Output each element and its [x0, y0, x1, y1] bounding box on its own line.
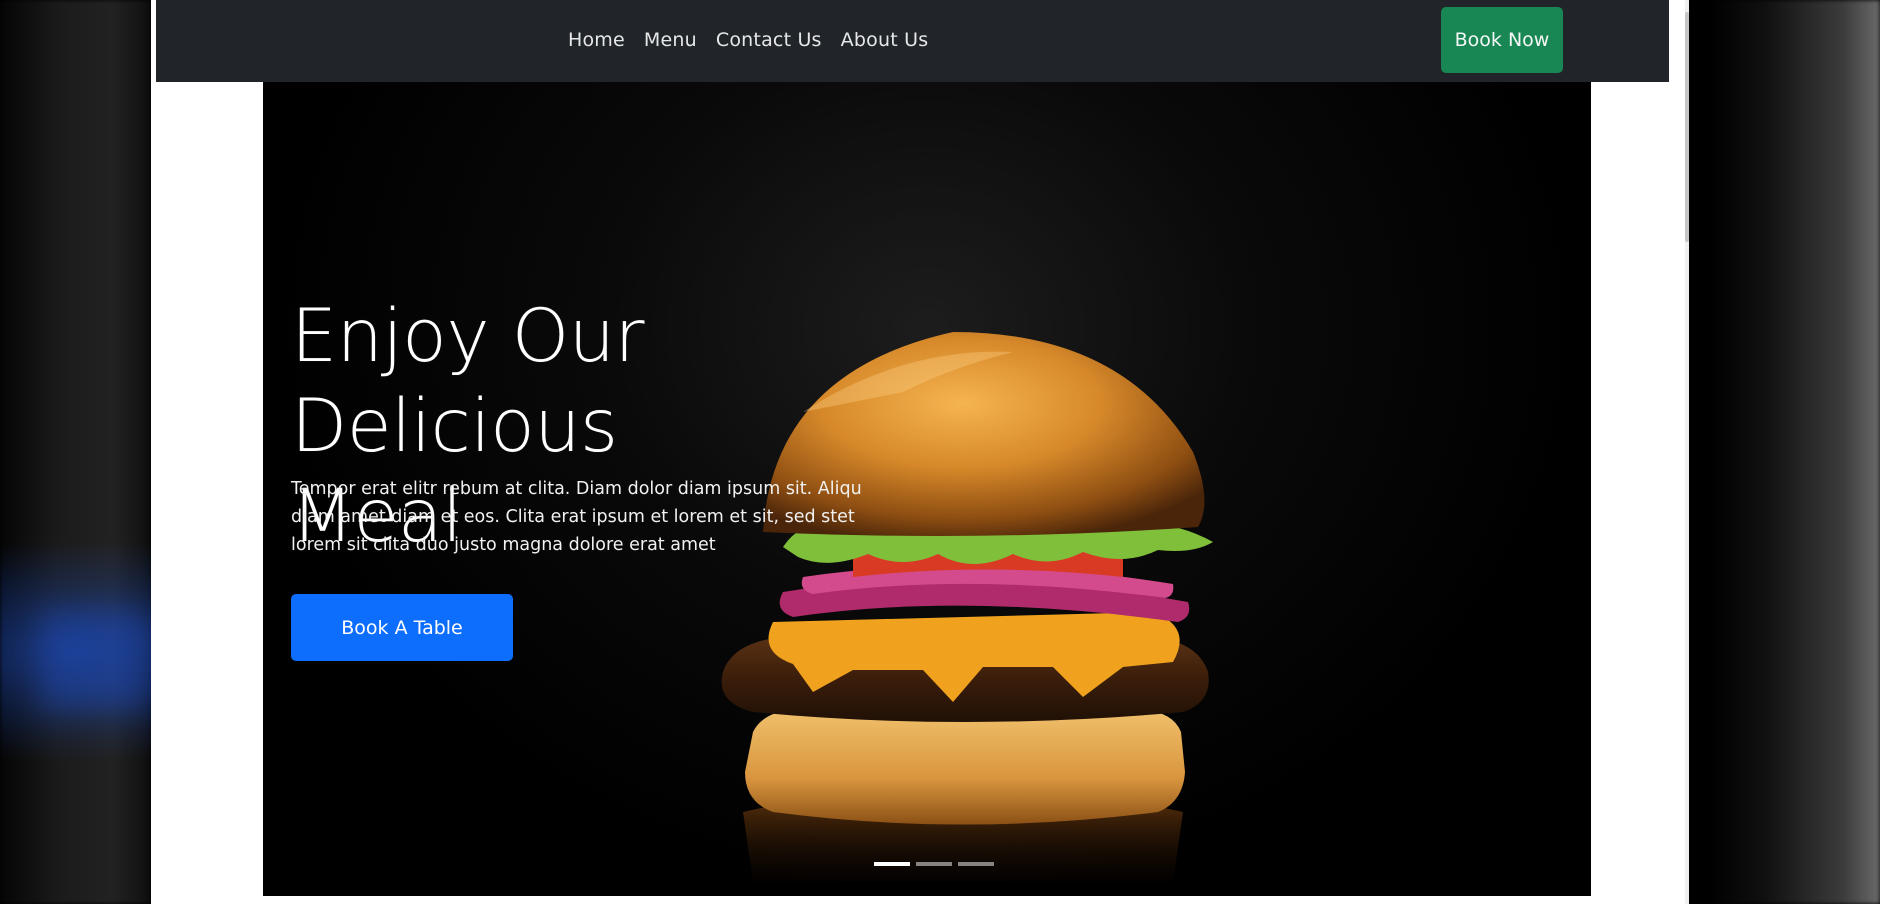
- page-scrollbar[interactable]: [1685, 0, 1689, 904]
- hero-carousel: Enjoy Our Delicious Meal Tempor erat eli…: [263, 82, 1591, 896]
- nav-link-menu[interactable]: Menu: [644, 29, 697, 51]
- nav-link-home[interactable]: Home: [568, 29, 625, 51]
- browser-page: Home Menu Contact Us About Us Book Now E…: [151, 0, 1689, 904]
- nav-link-about-us[interactable]: About Us: [841, 29, 929, 51]
- blurred-background-blue-element: [40, 610, 150, 710]
- hero-description: Tempor erat elitr rebum at clita. Diam d…: [291, 479, 862, 555]
- book-a-table-button[interactable]: Book A Table: [291, 594, 513, 661]
- carousel-indicator-3[interactable]: [958, 862, 994, 866]
- carousel-indicators: [263, 862, 1591, 866]
- carousel-indicator-2[interactable]: [916, 862, 952, 866]
- book-now-button[interactable]: Book Now: [1441, 7, 1563, 73]
- hero-title-line-1: Enjoy Our: [291, 294, 644, 379]
- nav-links: Home Menu Contact Us About Us: [568, 0, 928, 80]
- carousel-indicator-1[interactable]: [874, 862, 910, 866]
- nav-link-contact-us[interactable]: Contact Us: [716, 29, 822, 51]
- top-navbar: Home Menu Contact Us About Us Book Now: [156, 0, 1669, 82]
- scrollbar-thumb[interactable]: [1685, 12, 1689, 242]
